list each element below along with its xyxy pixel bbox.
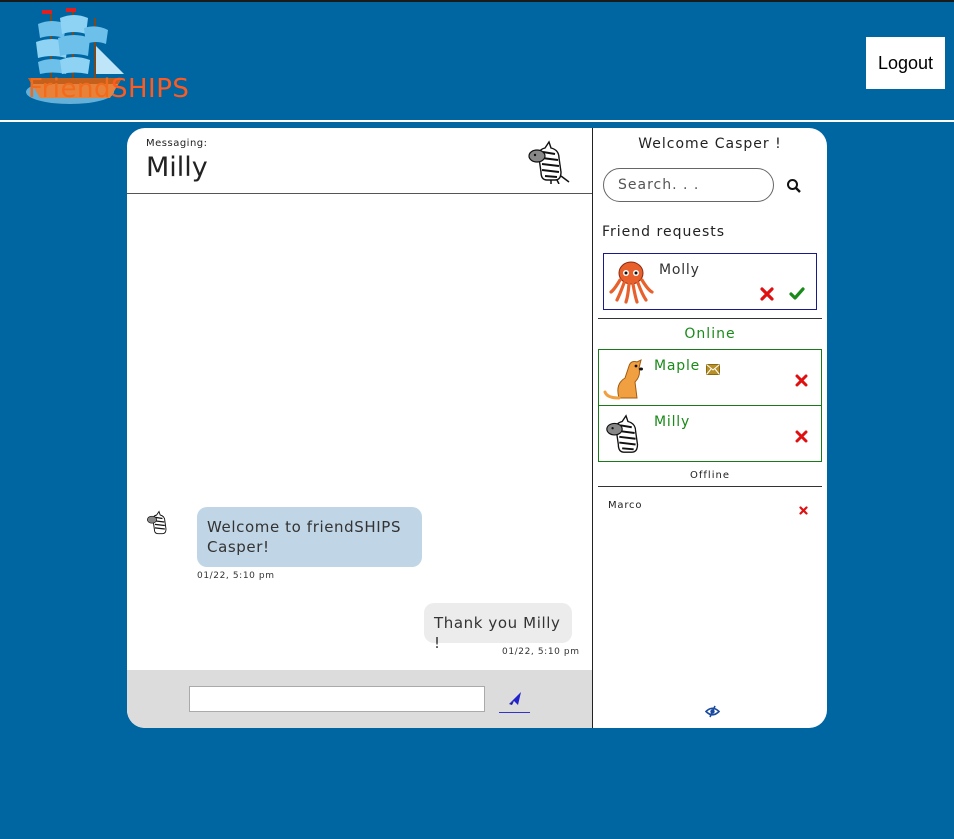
mail-icon[interactable] <box>706 360 720 375</box>
app-panel: Messaging: Milly Welcome to friendSHIPS … <box>127 128 827 728</box>
octopus-icon <box>608 258 654 304</box>
friendships-logo[interactable]: FriendSHIPS <box>22 6 192 110</box>
logo-text-friend: Friend <box>28 74 111 104</box>
search-icon[interactable] <box>786 178 802 194</box>
section-divider <box>598 486 822 487</box>
section-divider <box>598 318 822 319</box>
zebra-icon[interactable] <box>525 136 573 185</box>
logo-text: FriendSHIPS <box>28 74 189 104</box>
friend-name: Maple <box>654 358 701 374</box>
hide-visibility-icon[interactable] <box>704 704 721 719</box>
search-input[interactable] <box>603 168 774 202</box>
zebra-icon <box>603 410 649 456</box>
welcome-text: Welcome Casper ! <box>638 136 782 152</box>
offline-friend-name[interactable]: Marco <box>608 500 642 511</box>
app-header: FriendSHIPS Logout <box>0 2 954 120</box>
online-title: Online <box>684 326 736 342</box>
offline-title: Offline <box>690 470 730 481</box>
header-divider <box>0 120 954 122</box>
friend-request-item: Molly <box>603 253 817 310</box>
send-button[interactable] <box>499 688 530 713</box>
online-friend-item[interactable]: Milly <box>598 405 822 462</box>
chat-header: Messaging: Milly <box>127 128 592 194</box>
accept-request-icon[interactable] <box>789 286 805 300</box>
remove-friend-icon[interactable] <box>795 372 808 387</box>
message-input[interactable] <box>189 686 485 712</box>
friends-sidebar: Welcome Casper ! Friend requests Molly <box>593 128 827 728</box>
paper-plane-icon <box>509 692 521 705</box>
dog-icon <box>603 354 649 400</box>
chat-panel: Messaging: Milly Welcome to friendSHIPS … <box>127 128 592 728</box>
messaging-label: Messaging: <box>146 138 208 149</box>
message-timestamp: 01/22, 5:10 pm <box>502 647 580 657</box>
decline-request-icon[interactable] <box>760 286 774 301</box>
logout-button[interactable]: Logout <box>866 37 945 89</box>
friend-request-name: Molly <box>659 262 700 278</box>
message-timestamp: 01/22, 5:10 pm <box>197 571 275 581</box>
remove-friend-icon[interactable] <box>795 428 808 443</box>
message-bubble-outgoing: Thank you Milly ! <box>424 603 572 652</box>
chat-contact-name: Milly <box>146 152 208 183</box>
message-composer <box>127 670 592 728</box>
friend-name: Milly <box>654 414 691 430</box>
remove-friend-icon[interactable] <box>799 500 808 515</box>
online-friend-item[interactable]: Maple <box>598 349 822 406</box>
message-bubble-incoming: Welcome to friendSHIPS Casper! <box>197 507 422 567</box>
friend-requests-title: Friend requests <box>602 224 726 240</box>
zebra-icon <box>145 508 173 536</box>
logo-text-ships: SHIPS <box>110 74 190 104</box>
